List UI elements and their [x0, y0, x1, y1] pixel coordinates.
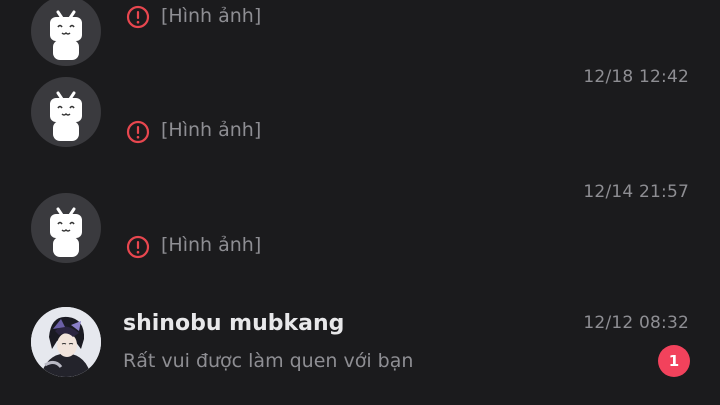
conversation-row[interactable]: 12/18 12:42 [Hình ảnh]: [0, 60, 720, 176]
user-photo-avatar: [31, 307, 101, 377]
bilibili-tv-mascot-icon: [50, 10, 82, 60]
timestamp: 12/12 08:32: [583, 313, 689, 333]
conversation-row[interactable]: [Hình ảnh]: [0, 0, 720, 66]
message-preview: Rất vui được làm quen với bạn: [123, 350, 414, 372]
unread-badge: 1: [658, 345, 690, 377]
conversation-row[interactable]: 12/14 21:57 [Hình ảnh]: [0, 176, 720, 292]
timestamp: 12/18 12:42: [583, 67, 689, 87]
send-failed-icon[interactable]: [126, 235, 150, 259]
timestamp: 12/14 21:57: [583, 182, 689, 202]
send-failed-icon[interactable]: [126, 120, 150, 144]
conversation-row[interactable]: shinobu mubkang 12/12 08:32 Rất vui được…: [0, 292, 720, 405]
bilibili-tv-mascot-icon: [50, 91, 82, 141]
avatar[interactable]: [31, 193, 101, 263]
conversation-list: [Hình ảnh] 12/18 12:42 [Hình ảnh] 12/14 …: [0, 0, 720, 405]
avatar[interactable]: [31, 0, 101, 66]
avatar[interactable]: [31, 307, 101, 377]
send-failed-icon[interactable]: [126, 5, 150, 29]
contact-name: shinobu mubkang: [123, 311, 345, 336]
message-preview: [Hình ảnh]: [161, 119, 262, 141]
message-preview: [Hình ảnh]: [161, 234, 262, 256]
bilibili-tv-mascot-icon: [50, 207, 82, 257]
message-preview: [Hình ảnh]: [161, 5, 262, 27]
avatar[interactable]: [31, 77, 101, 147]
